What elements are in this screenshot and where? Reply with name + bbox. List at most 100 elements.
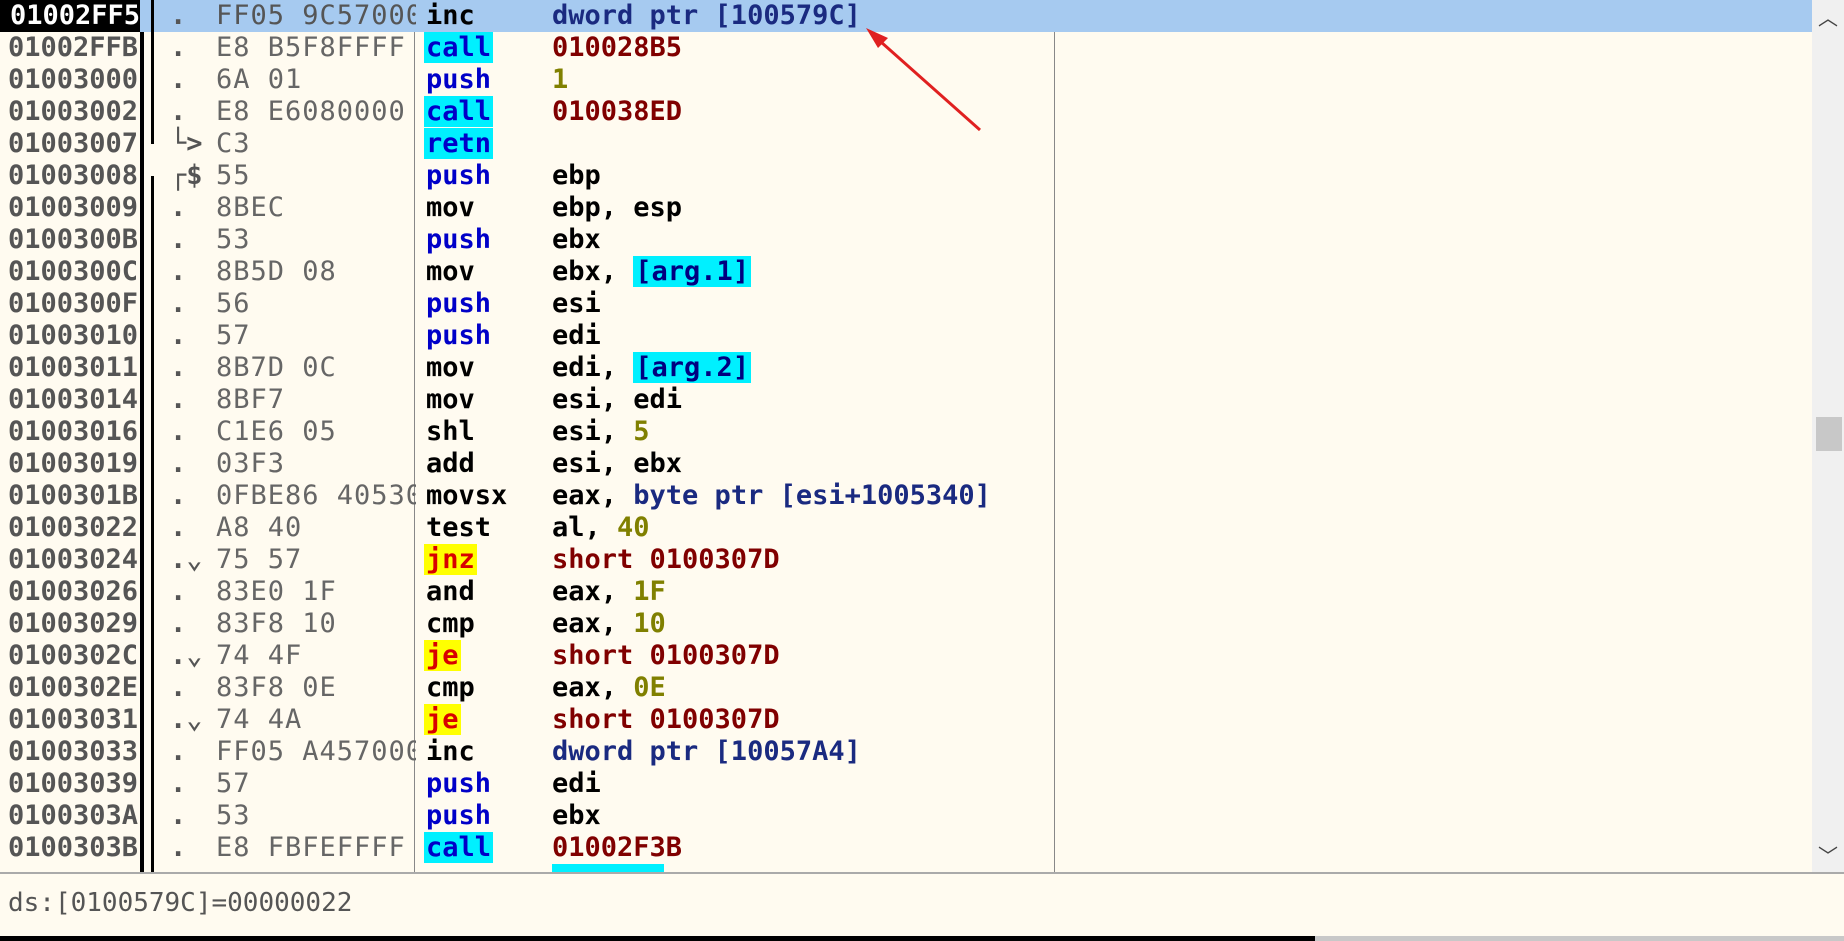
partial-row-highlight (552, 864, 664, 872)
code-row[interactable]: 0100300C. 8B5D 08 mov ebx, [arg.1] (0, 256, 1812, 288)
operand-part: ebp, esp (552, 192, 683, 223)
code-row[interactable]: 01003024 .⌄ 75 57 jnz short 0100307D (0, 544, 1812, 576)
operand-cell: al, 40 (552, 512, 650, 544)
scroll-thumb[interactable] (1816, 417, 1842, 451)
mnemonic-text: cmp (426, 672, 475, 703)
hex-bytes-cell: 74 4A (216, 704, 303, 735)
operand-cell: 01002F3B (552, 832, 682, 864)
operand-cell: esi, ebx (552, 448, 682, 480)
code-row[interactable]: 0100302E. 83F8 0E cmp eax, 0E (0, 672, 1812, 704)
code-row[interactable]: 01003000. 6A 01 push 1 (0, 64, 1812, 96)
code-row[interactable]: 01003009. 8BEC mov ebp, esp (0, 192, 1812, 224)
mnemonic-text: inc (426, 0, 475, 31)
mnemonic-text: cmp (426, 608, 475, 639)
code-row[interactable]: 0100301B. 0FBE86 40530 movsx eax, byte ptr … (0, 480, 1812, 512)
code-row[interactable]: 01003019. 03F3 add esi, ebx (0, 448, 1812, 480)
code-row[interactable]: 01003022. A8 40 test al, 40 (0, 512, 1812, 544)
mnemonic-text: mov (426, 256, 475, 287)
operand-part: short 0100307D (552, 704, 780, 735)
hex-bytes-cell: 83F8 10 (216, 608, 337, 639)
operand-part: edi, (552, 352, 634, 383)
flow-marker: . (170, 288, 187, 319)
flow-marker: . (170, 32, 187, 63)
code-row[interactable]: 01003033. FF05 A4570001 inc dword ptr [1005… (0, 736, 1812, 768)
flow-marker: . (170, 480, 187, 511)
scroll-up-icon[interactable]: ︿ (1818, 2, 1838, 31)
code-row[interactable]: 0100300F. 56 push esi (0, 288, 1812, 320)
operand-cell: eax, 1F (552, 576, 666, 608)
scroll-down-icon[interactable]: ﹀ (1818, 840, 1838, 869)
flow-marker: . (170, 96, 187, 127)
hex-bytes-cell: FF05 9C570001 (216, 0, 416, 31)
code-row[interactable]: 0100303B. E8 FBFEFFFF call 01002F3B (0, 832, 1812, 864)
code-row[interactable]: 0100302C .⌄ 74 4F je short 0100307D (0, 640, 1812, 672)
hex-bytes-cell: C3 (216, 128, 251, 159)
address-cell: 0100303A (8, 800, 139, 831)
code-row[interactable]: 01002FFB. E8 B5F8FFFF call 010028B5 (0, 32, 1812, 64)
address-cell: 01003033 (8, 736, 139, 767)
horizontal-scroll-track[interactable] (1315, 936, 1844, 941)
mnemonic-cell: cmp (424, 608, 477, 640)
operand-part: esi, (552, 416, 634, 447)
operand-part: ebp (552, 160, 601, 191)
code-row[interactable]: 01003008 ┌$ 55 push ebp (0, 160, 1812, 192)
vertical-scrollbar[interactable]: ︿ ﹀ (1812, 0, 1844, 872)
code-row[interactable]: 01003010. 57 push edi (0, 320, 1812, 352)
mnemonic-cell: call (424, 96, 494, 128)
code-row[interactable]: 01003002. E8 E6080000 call 010038ED (0, 96, 1812, 128)
info-pane: ds:[0100579C]=00000022 (0, 872, 1844, 938)
code-row[interactable]: 01002FF5. FF05 9C570001 inc dword ptr [1005… (0, 0, 1812, 32)
address-cell: 0100300F (8, 288, 139, 319)
mnemonic-cell: add (424, 448, 477, 480)
mnemonic-text: mov (426, 192, 475, 223)
flow-marker: . (170, 256, 187, 287)
mnemonic-text: push (426, 800, 492, 831)
operand-part: [arg.2] (633, 352, 752, 383)
flow-marker: .⌄ (170, 544, 203, 575)
mnemonic-cell: je (424, 640, 461, 672)
address-cell: 01003016 (8, 416, 139, 447)
hex-bytes-cell: 6A 01 (216, 64, 303, 95)
operand-part: 5 (633, 416, 650, 447)
hex-bytes-cell: 57 (216, 768, 251, 799)
mnemonic-text: retn (424, 128, 494, 159)
code-row[interactable]: 01003031 .⌄ 74 4A je short 0100307D (0, 704, 1812, 736)
operand-part: dword ptr [100579C] (552, 0, 861, 31)
operand-part: esi, edi (552, 384, 683, 415)
operand-part: ebx, (552, 256, 634, 287)
code-row[interactable]: 01003029. 83F8 10 cmp eax, 10 (0, 608, 1812, 640)
address-cell: 0100301B (8, 480, 139, 511)
operand-part: 0E (633, 672, 666, 703)
mnemonic-cell: retn (424, 128, 494, 160)
operand-part: esi, ebx (552, 448, 683, 479)
operand-part: 10 (633, 608, 666, 639)
flow-marker: . (170, 224, 187, 255)
code-row[interactable]: 01003016. C1E6 05 shl esi, 5 (0, 416, 1812, 448)
operand-cell: edi (552, 768, 601, 800)
address-cell: 01002FFB (8, 32, 139, 63)
mnemonic-cell: push (424, 224, 493, 256)
disassembly-pane[interactable]: 01002FF5. FF05 9C570001 inc dword ptr [1005… (0, 0, 1812, 872)
code-row[interactable]: 01003026. 83E0 1F and eax, 1F (0, 576, 1812, 608)
code-row[interactable]: 01003014. 8BF7 mov esi, edi (0, 384, 1812, 416)
procedure-bracket (151, 0, 154, 144)
code-row[interactable]: 01003007 └> C3 retn (0, 128, 1812, 160)
hex-bytes-cell: 8B7D 0C (216, 352, 337, 383)
mnemonic-cell: je (424, 704, 461, 736)
address-cell: 01003011 (8, 352, 139, 383)
code-row[interactable]: 0100303A. 53 push ebx (0, 800, 1812, 832)
flow-marker: . (170, 64, 187, 95)
hex-bytes-cell: C1E6 05 (216, 416, 337, 447)
code-row[interactable]: 01003011. 8B7D 0C mov edi, [arg.2] (0, 352, 1812, 384)
hex-bytes-cell: E8 E6080000 (216, 96, 406, 127)
operand-part: edi (552, 768, 601, 799)
address-cell: 01003008 (8, 160, 139, 191)
operand-part: byte ptr [esi+1005340] (633, 480, 991, 511)
code-row[interactable]: 0100300B. 53 push ebx (0, 224, 1812, 256)
code-row[interactable]: 01003039. 57 push edi (0, 768, 1812, 800)
mnemonic-cell: push (424, 288, 493, 320)
operand-part: eax, (552, 480, 634, 511)
mnemonic-cell: push (424, 64, 493, 96)
mnemonic-text: add (426, 448, 475, 479)
address-cell: 0100300B (8, 224, 139, 255)
